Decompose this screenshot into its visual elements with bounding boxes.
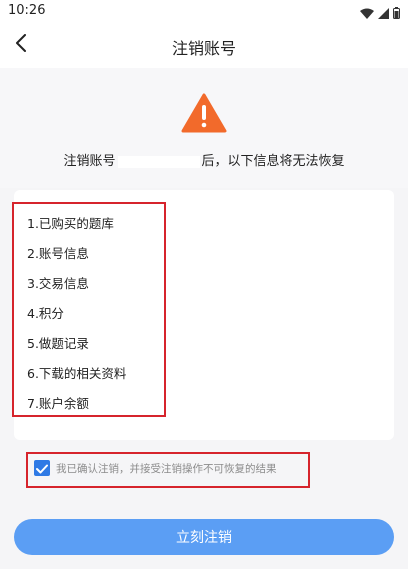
status-bar: 10:26 [0, 0, 408, 22]
wifi-icon [360, 4, 374, 23]
list-highlight-box [12, 202, 166, 417]
nav-bar: 注销账号 [0, 22, 408, 68]
warning-triangle-icon [181, 93, 227, 137]
signal-icon [378, 4, 389, 23]
status-icons [360, 4, 400, 23]
warning-text-before: 注销账号 [63, 154, 116, 169]
confirm-highlight-box [26, 452, 310, 488]
warning-text-after: 后，以下信息将无法恢复 [201, 154, 345, 169]
redacted-account [117, 155, 200, 168]
warning-text: 注销账号 后，以下信息将无法恢复 [0, 150, 408, 169]
status-time: 10:26 [8, 3, 46, 18]
warning-section: 注销账号 后，以下信息将无法恢复 [0, 68, 408, 188]
page-title: 注销账号 [171, 39, 236, 58]
battery-icon [393, 4, 400, 23]
deactivate-button[interactable]: 立刻注销 [14, 519, 394, 555]
